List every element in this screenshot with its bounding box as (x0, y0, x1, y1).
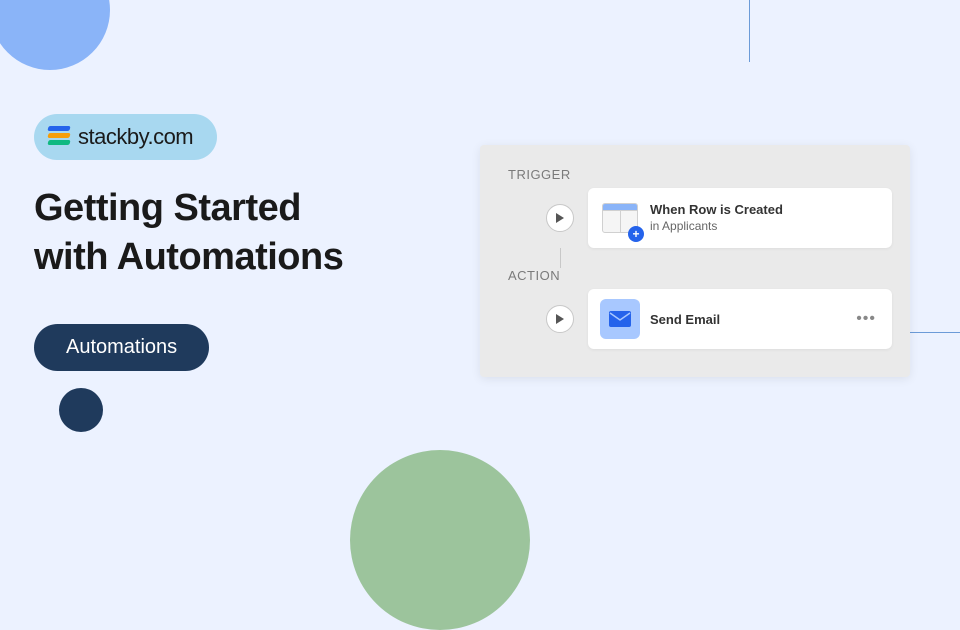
run-trigger-button[interactable] (546, 204, 574, 232)
action-card[interactable]: Send Email ••• (588, 289, 892, 349)
category-tag: Automations (34, 324, 209, 371)
trigger-section-label: TRIGGER (508, 167, 892, 182)
action-title: Send Email (650, 312, 842, 327)
play-icon (555, 314, 565, 324)
run-action-button[interactable] (546, 305, 574, 333)
table-add-icon: + (600, 198, 640, 238)
action-more-button[interactable]: ••• (852, 310, 880, 328)
brand-badge: stackby.com (34, 114, 217, 160)
action-section-label: ACTION (508, 268, 892, 283)
decorative-line-vertical (749, 0, 750, 62)
plus-badge-icon: + (628, 226, 644, 242)
mail-icon (600, 299, 640, 339)
action-row: Send Email ••• (498, 289, 892, 349)
trigger-title: When Row is Created (650, 202, 880, 219)
flow-connector-line (560, 248, 561, 268)
trigger-row: + When Row is Created in Applicants (498, 188, 892, 248)
page-title: Getting Started with Automations (34, 184, 343, 283)
trigger-subtitle: in Applicants (650, 219, 880, 235)
decorative-circle-green (350, 450, 530, 630)
automation-flow-panel: TRIGGER + When Row is Created in Applica… (480, 145, 910, 377)
brand-name: stackby.com (78, 124, 193, 150)
stackby-logo-icon (48, 126, 70, 148)
trigger-card[interactable]: + When Row is Created in Applicants (588, 188, 892, 248)
play-icon (555, 213, 565, 223)
decorative-circle-blue (0, 0, 110, 70)
decorative-circle-dark (59, 388, 103, 432)
